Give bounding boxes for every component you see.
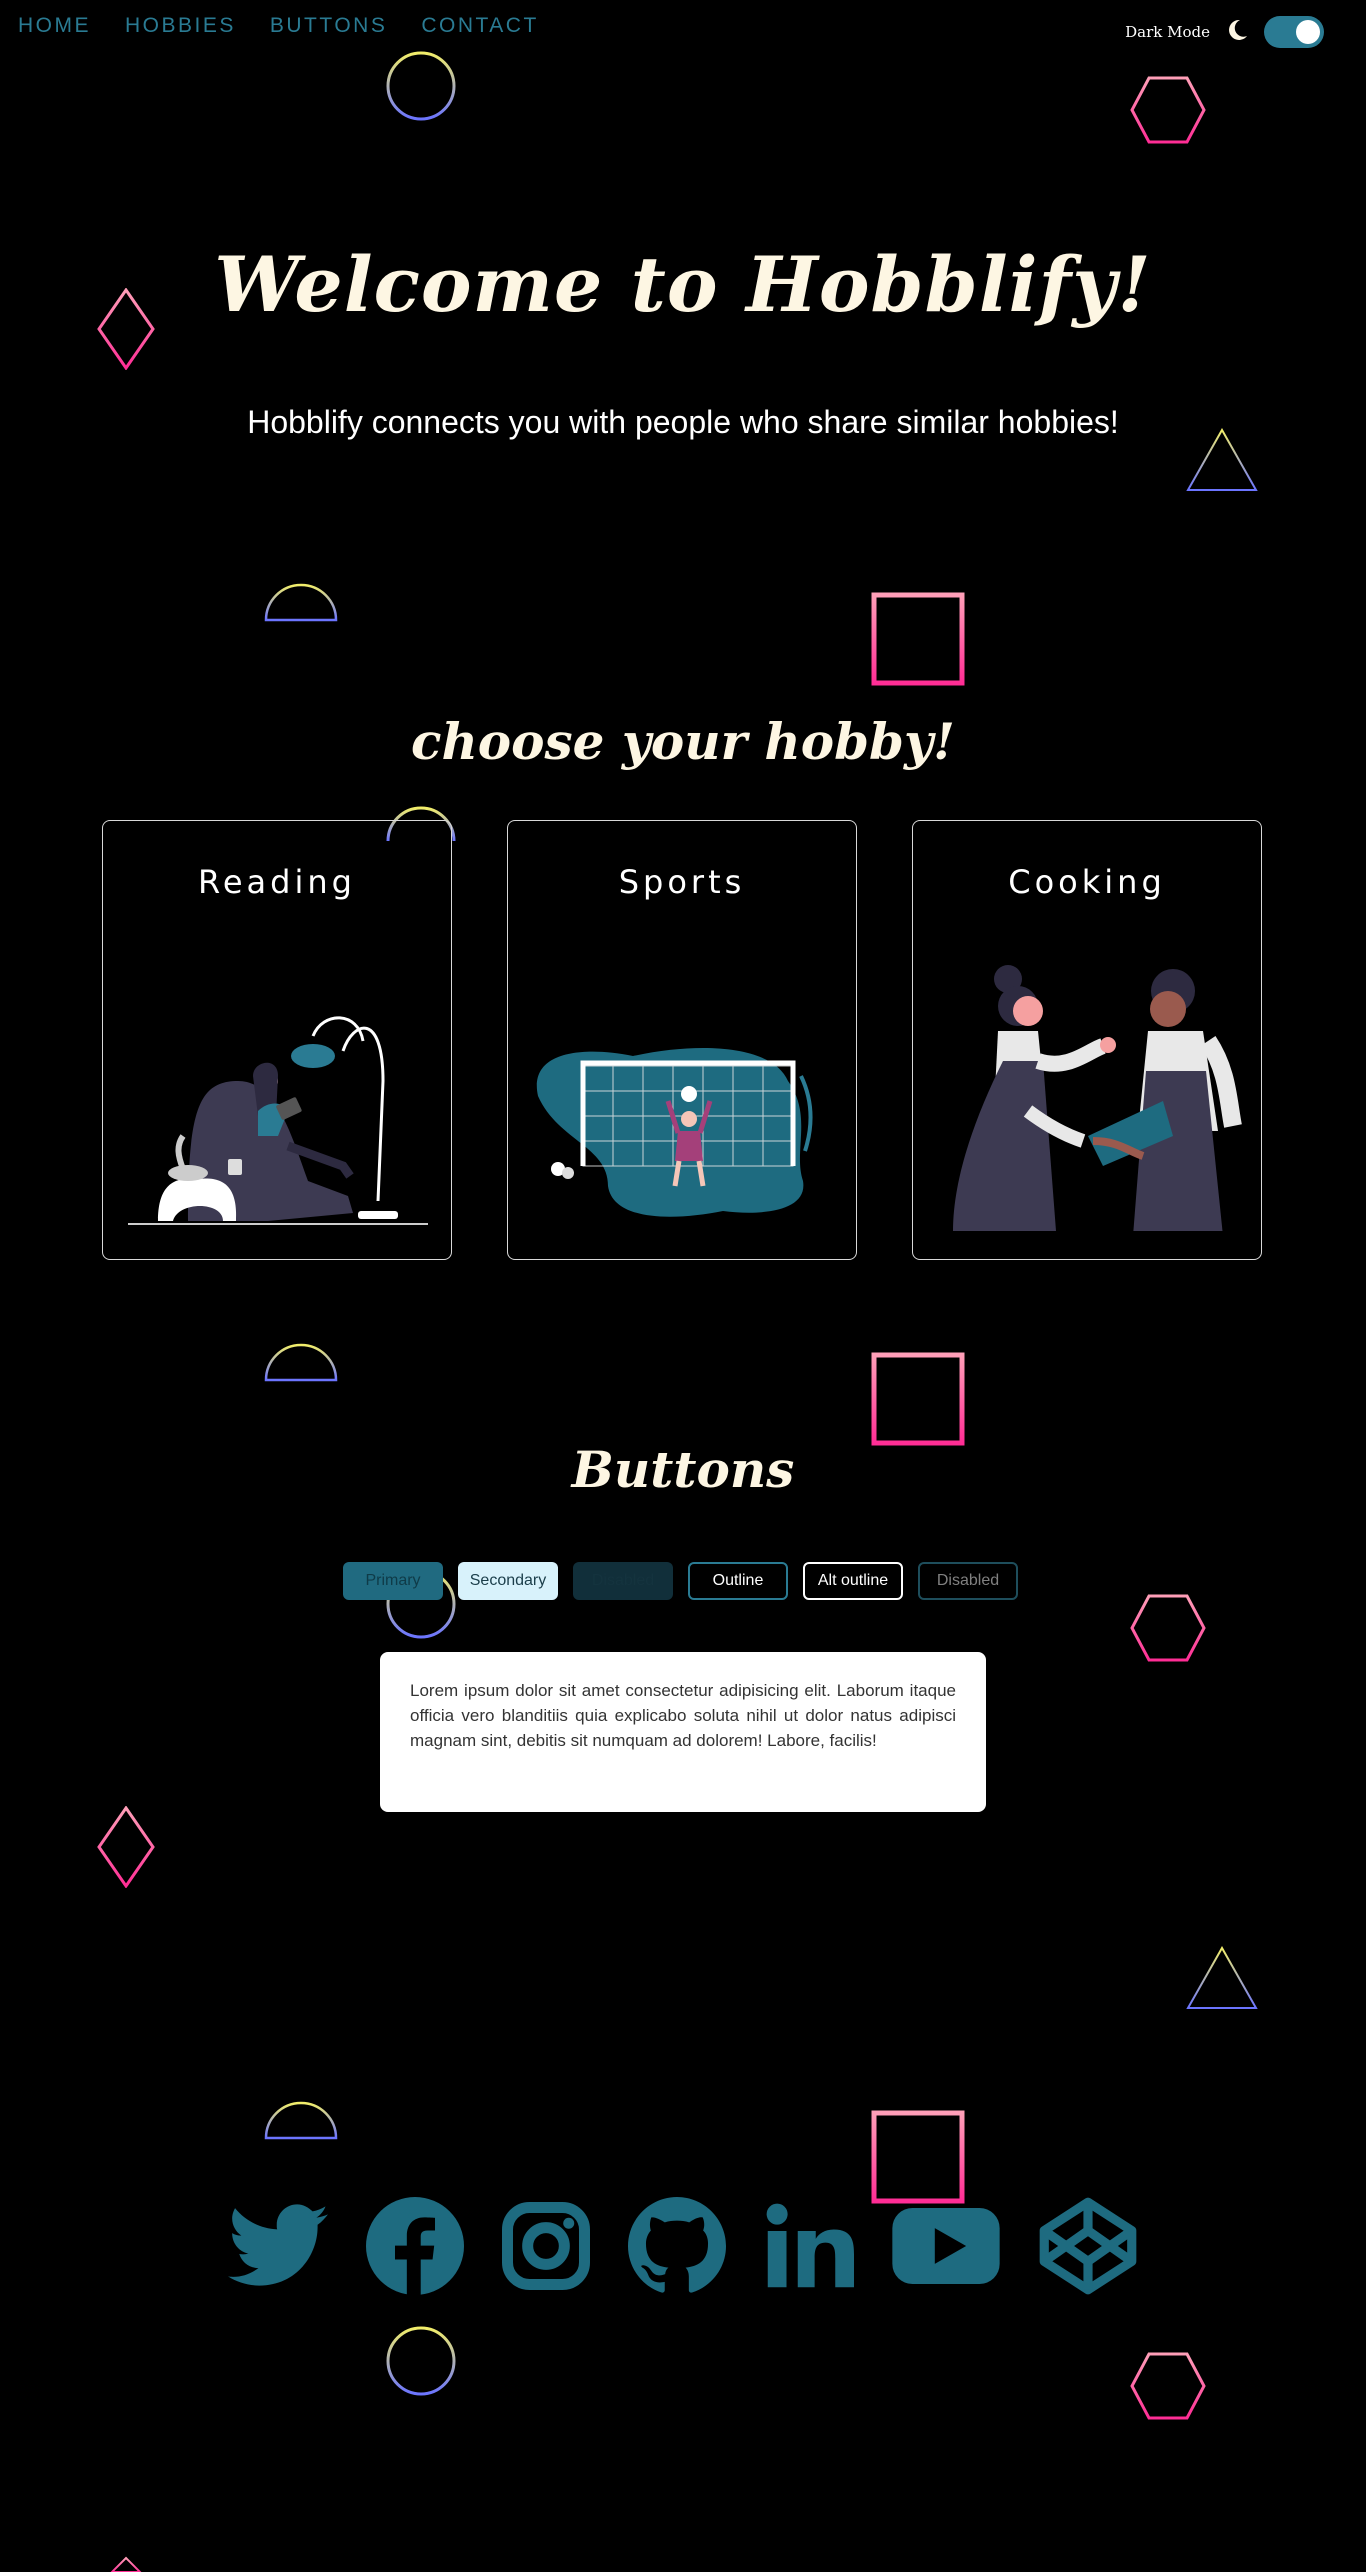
square-shape [871, 1352, 965, 1446]
hobby-card-reading[interactable]: Reading [102, 820, 452, 1260]
lorem-card: Lorem ipsum dolor sit amet consectetur a… [380, 1652, 986, 1812]
twitter-icon[interactable] [228, 2204, 328, 2288]
button-row: Primary Secondary Disabled Outline Alt o… [343, 1562, 1018, 1600]
triangle-shape [1186, 1946, 1258, 2009]
hobbies-heading: choose your hobby! [411, 712, 955, 771]
hexagon-shape [1130, 76, 1206, 144]
circle-shape [386, 51, 456, 121]
half-circle-shape [264, 2101, 338, 2140]
linkedin-icon[interactable] [764, 2201, 854, 2291]
nav-home-link[interactable]: HOME [18, 14, 91, 38]
square-shape [871, 2110, 965, 2204]
top-nav: HOME HOBBIES BUTTONS CONTACT [18, 14, 539, 38]
moon-icon [1224, 17, 1250, 47]
secondary-button[interactable]: Secondary [458, 1562, 558, 1600]
diamond-shape [97, 1806, 155, 1888]
card-title: Sports [618, 863, 746, 901]
primary-button[interactable]: Primary [343, 1562, 443, 1600]
facebook-icon[interactable] [366, 2197, 464, 2295]
diamond-shape [110, 2556, 142, 2572]
dark-mode-toggle[interactable] [1264, 16, 1324, 48]
nav-buttons-link[interactable]: BUTTONS [270, 14, 387, 38]
hero-title: Welcome to Hobblify! [214, 240, 1152, 329]
alt-outline-button[interactable]: Alt outline [803, 1562, 903, 1600]
circle-shape [386, 2326, 456, 2396]
dark-mode-control: Dark Mode [1125, 16, 1324, 48]
cooking-illustration [953, 965, 1242, 1231]
github-icon[interactable] [628, 2197, 726, 2295]
outline-button[interactable]: Outline [688, 1562, 788, 1600]
hero-subtitle: Hobblify connects you with people who sh… [247, 404, 1119, 440]
codepen-icon[interactable] [1038, 2196, 1138, 2296]
nav-contact-link[interactable]: CONTACT [421, 14, 538, 38]
square-shape [871, 592, 965, 686]
card-title: Cooking [1008, 863, 1166, 901]
hobby-card-sports[interactable]: Sports [507, 820, 857, 1260]
hobby-card-cooking[interactable]: Cooking [912, 820, 1262, 1260]
half-circle-shape [264, 583, 338, 622]
social-links [0, 2196, 1366, 2296]
hexagon-shape [1130, 2352, 1206, 2420]
sports-illustration [536, 1048, 813, 1217]
half-circle-shape [264, 1343, 338, 1382]
youtube-icon[interactable] [892, 2208, 1000, 2284]
disabled-outline-button: Disabled [918, 1562, 1018, 1600]
toggle-knob [1296, 20, 1320, 44]
card-title: Reading [198, 863, 356, 901]
reading-illustration [128, 1016, 428, 1225]
dark-mode-label: Dark Mode [1125, 23, 1210, 41]
hexagon-shape [1130, 1594, 1206, 1662]
nav-hobbies-link[interactable]: HOBBIES [125, 14, 236, 38]
instagram-icon[interactable] [502, 2202, 590, 2290]
disabled-button: Disabled [573, 1562, 673, 1600]
buttons-heading: Buttons [571, 1440, 795, 1499]
